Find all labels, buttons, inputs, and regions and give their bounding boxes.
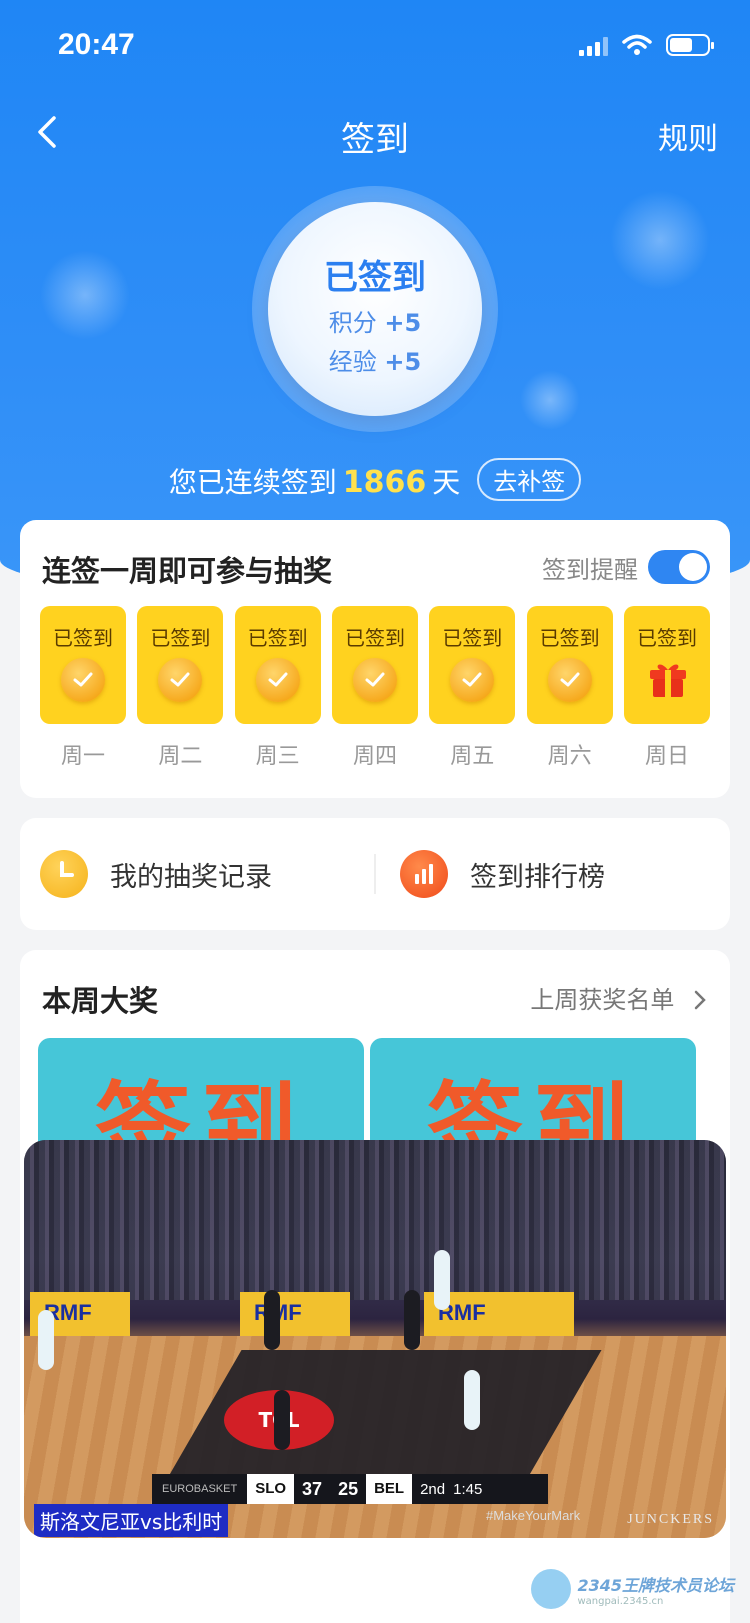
streak-days: 1866	[342, 465, 427, 500]
streak-suffix: 天	[432, 466, 461, 499]
day-name-label: 周四	[352, 744, 397, 769]
day-item[interactable]: 已签到 周一	[40, 606, 126, 770]
day-status-label: 已签到	[247, 626, 308, 650]
video-player	[38, 1310, 54, 1370]
lottery-record-link[interactable]: 我的抽奖记录	[40, 818, 272, 930]
check-icon	[158, 658, 203, 702]
bar-chart-icon	[400, 850, 448, 898]
day-item[interactable]: 已签到 周日	[623, 606, 710, 770]
badge-points: 积分 +5	[328, 309, 422, 337]
day-status-box: 已签到	[526, 606, 613, 724]
signal-icon	[579, 36, 608, 56]
day-item[interactable]: 已签到 周四	[331, 606, 418, 770]
battery-icon	[666, 34, 714, 56]
day-name-label: 周五	[450, 744, 495, 769]
badge-title: 已签到	[324, 258, 426, 298]
streak-info: 您已连续签到 1866 天 去补签	[0, 458, 750, 501]
video-adboard: RMF	[240, 1292, 350, 1336]
mascot-icon	[531, 1569, 572, 1609]
divider	[374, 854, 376, 894]
game-period: 2nd	[420, 1480, 446, 1498]
day-status-box: 已签到	[623, 606, 710, 724]
video-player	[404, 1290, 420, 1350]
links-card: 我的抽奖记录 签到排行榜	[20, 818, 730, 930]
bokeh-decoration	[520, 370, 580, 430]
check-icon	[450, 658, 495, 702]
check-icon	[547, 658, 592, 702]
day-status-box: 已签到	[331, 606, 418, 724]
reminder-label: 签到提醒	[542, 556, 638, 584]
video-sponsor: JUNCKERS	[627, 1512, 714, 1527]
video-player	[434, 1250, 450, 1310]
check-icon	[352, 658, 397, 702]
badge-exp: 经验 +5	[328, 348, 422, 376]
streak-prefix: 您已连续签到	[168, 466, 337, 499]
day-status-label: 已签到	[442, 626, 503, 650]
video-pip-player[interactable]: RMF RMF RMF TCL EUROBASKET SLO 37 25 BEL…	[24, 1140, 726, 1538]
page-title: 签到	[341, 120, 409, 160]
day-status-label: 已签到	[150, 626, 211, 650]
video-player	[274, 1390, 290, 1450]
gift-icon	[649, 664, 686, 697]
day-status-box: 已签到	[137, 606, 224, 724]
day-item[interactable]: 已签到 周六	[526, 606, 613, 770]
video-scoreboard: EUROBASKET SLO 37 25 BEL 2nd 1:45	[152, 1474, 548, 1504]
video-player	[264, 1290, 280, 1350]
day-name-label: 周六	[547, 744, 592, 769]
clock-icon	[40, 850, 88, 898]
bokeh-decoration	[610, 190, 710, 290]
chevron-right-icon	[694, 990, 706, 1010]
bokeh-decoration	[40, 250, 130, 340]
makeup-checkin-button[interactable]: 去补签	[477, 458, 582, 501]
status-time: 20:47	[58, 28, 135, 61]
weekly-checkin-card: 连签一周即可参与抽奖 签到提醒 已签到 周一 已签到 周二 已签到 周三 已签到 周四 已签到周…	[20, 520, 730, 798]
wifi-icon	[622, 34, 652, 55]
nav-bar: 签到 规则	[0, 100, 750, 170]
last-week-winners-link[interactable]: 上周获奖名单	[530, 980, 708, 1015]
day-item[interactable]: 已签到 周二	[137, 606, 224, 770]
check-icon	[255, 658, 300, 702]
weekly-title: 连签一周即可参与抽奖	[42, 554, 333, 588]
day-status-box: 已签到	[234, 606, 321, 724]
away-team: BEL	[366, 1474, 413, 1504]
reminder-toggle[interactable]	[648, 550, 710, 584]
rules-link[interactable]: 规则	[658, 114, 718, 158]
day-status-label: 已签到	[636, 626, 697, 650]
video-crowd	[24, 1140, 726, 1300]
leaderboard-label: 签到排行榜	[470, 861, 605, 893]
video-caption: 斯洛文尼亚vs比利时	[34, 1504, 229, 1537]
league-name: EUROBASKET	[162, 1483, 238, 1495]
day-status-box: 已签到	[40, 606, 126, 724]
video-hashtag: #MakeYourMark	[486, 1508, 581, 1523]
day-item[interactable]: 已签到 周五	[429, 606, 516, 770]
lottery-record-label: 我的抽奖记录	[110, 861, 272, 893]
status-bar: 20:47	[0, 0, 750, 90]
day-status-box: 已签到	[429, 606, 516, 724]
site-watermark: 2345王牌技术员论坛 wangpai.2345.cn	[531, 1569, 734, 1609]
day-status-label: 已签到	[53, 626, 113, 650]
checkin-badge: 已签到 积分 +5 经验 +5	[268, 202, 482, 416]
home-score: 37	[302, 1478, 323, 1499]
video-player	[464, 1370, 480, 1430]
game-clock: 1:45	[453, 1480, 483, 1498]
prize-title: 本周大奖	[42, 984, 159, 1018]
day-status-label: 已签到	[539, 626, 600, 650]
day-name-label: 周二	[158, 744, 203, 769]
away-score: 25	[338, 1478, 359, 1499]
day-name-label: 周三	[255, 744, 300, 769]
day-name-label: 周日	[644, 744, 689, 769]
day-list: 已签到 周一 已签到 周二 已签到 周三 已签到 周四 已签到 周五 已签到 周六 已签到 周日	[40, 606, 710, 770]
home-team: SLO	[247, 1474, 295, 1504]
check-icon	[61, 658, 105, 702]
day-status-label: 已签到	[344, 626, 405, 650]
day-item[interactable]: 已签到 周三	[234, 606, 321, 770]
day-name-label: 周一	[60, 744, 105, 769]
leaderboard-link[interactable]: 签到排行榜	[400, 818, 605, 930]
